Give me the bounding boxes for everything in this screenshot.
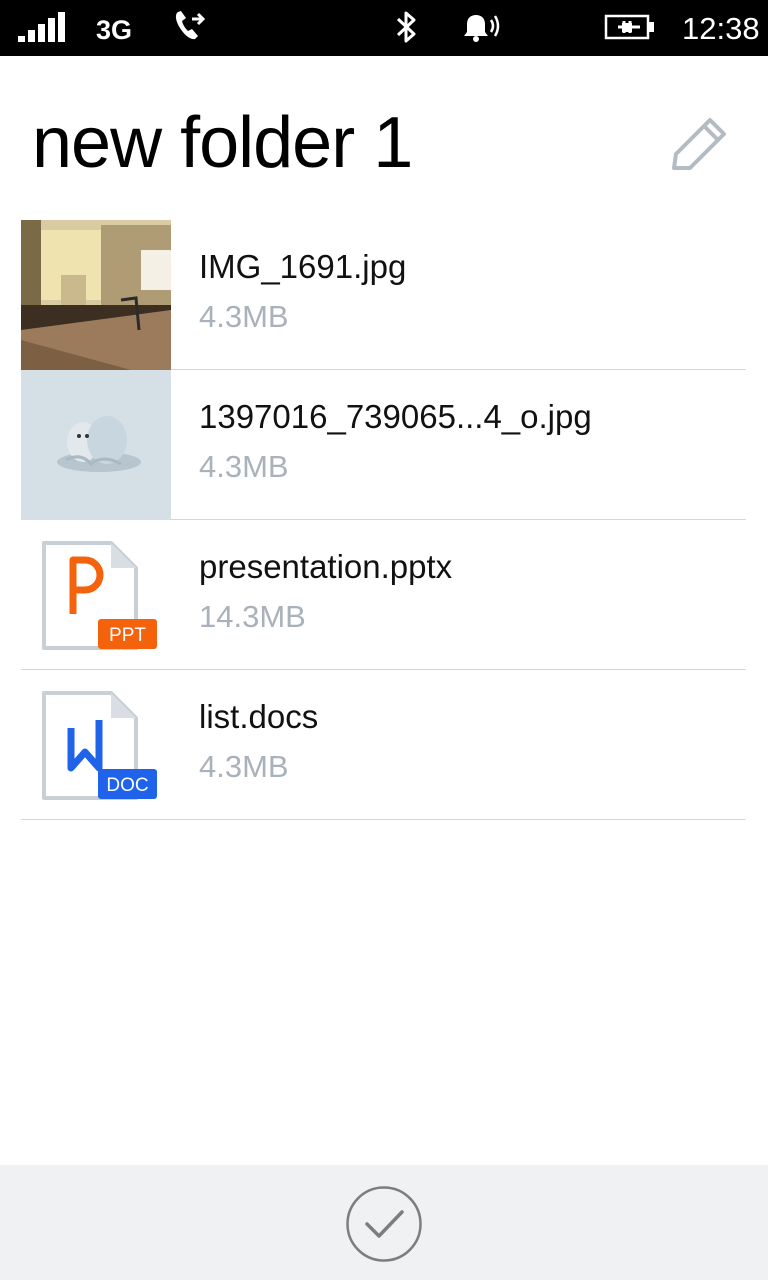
file-row[interactable]: IMG_1691.jpg 4.3MB xyxy=(21,220,746,370)
signal-icon xyxy=(18,12,65,42)
status-bar: 3G 12:38 xyxy=(0,0,768,56)
confirm-button[interactable] xyxy=(345,1185,423,1263)
doc-badge: DOC xyxy=(106,775,148,796)
photo-thumbnail xyxy=(21,220,171,370)
ringer-icon xyxy=(464,15,500,42)
call-forwarding-icon xyxy=(175,11,206,40)
bluetooth-icon xyxy=(396,11,416,43)
file-name: presentation.pptx xyxy=(199,548,453,585)
file-row[interactable]: DOC list.docs 4.3MB xyxy=(21,670,746,820)
clock: 12:38 xyxy=(682,11,760,46)
file-size: 4.3MB xyxy=(199,449,289,484)
file-list: IMG_1691.jpg 4.3MB 1397016_739065...4_o.… xyxy=(21,220,746,820)
battery-charging-icon xyxy=(604,14,654,40)
page-title: new folder 1 xyxy=(32,103,413,183)
file-size: 4.3MB xyxy=(199,299,289,334)
file-row[interactable]: PPT presentation.pptx 14.3MB xyxy=(21,520,746,670)
checkmark-icon xyxy=(346,1186,422,1262)
network-type: 3G xyxy=(96,15,133,45)
pencil-icon xyxy=(672,118,726,170)
ppt-badge: PPT xyxy=(109,625,146,646)
file-name: IMG_1691.jpg xyxy=(199,248,407,285)
ppt-file-icon: PPT xyxy=(41,540,161,652)
photo-thumbnail xyxy=(21,370,171,520)
file-row[interactable]: 1397016_739065...4_o.jpg 4.3MB xyxy=(21,370,746,520)
file-name: list.docs xyxy=(199,698,319,735)
edit-button[interactable] xyxy=(664,110,734,180)
app-bar xyxy=(0,1165,768,1280)
file-size: 4.3MB xyxy=(199,749,289,784)
doc-file-icon: DOC xyxy=(41,690,161,802)
file-size: 14.3MB xyxy=(199,599,306,634)
file-name: 1397016_739065...4_o.jpg xyxy=(199,398,592,435)
